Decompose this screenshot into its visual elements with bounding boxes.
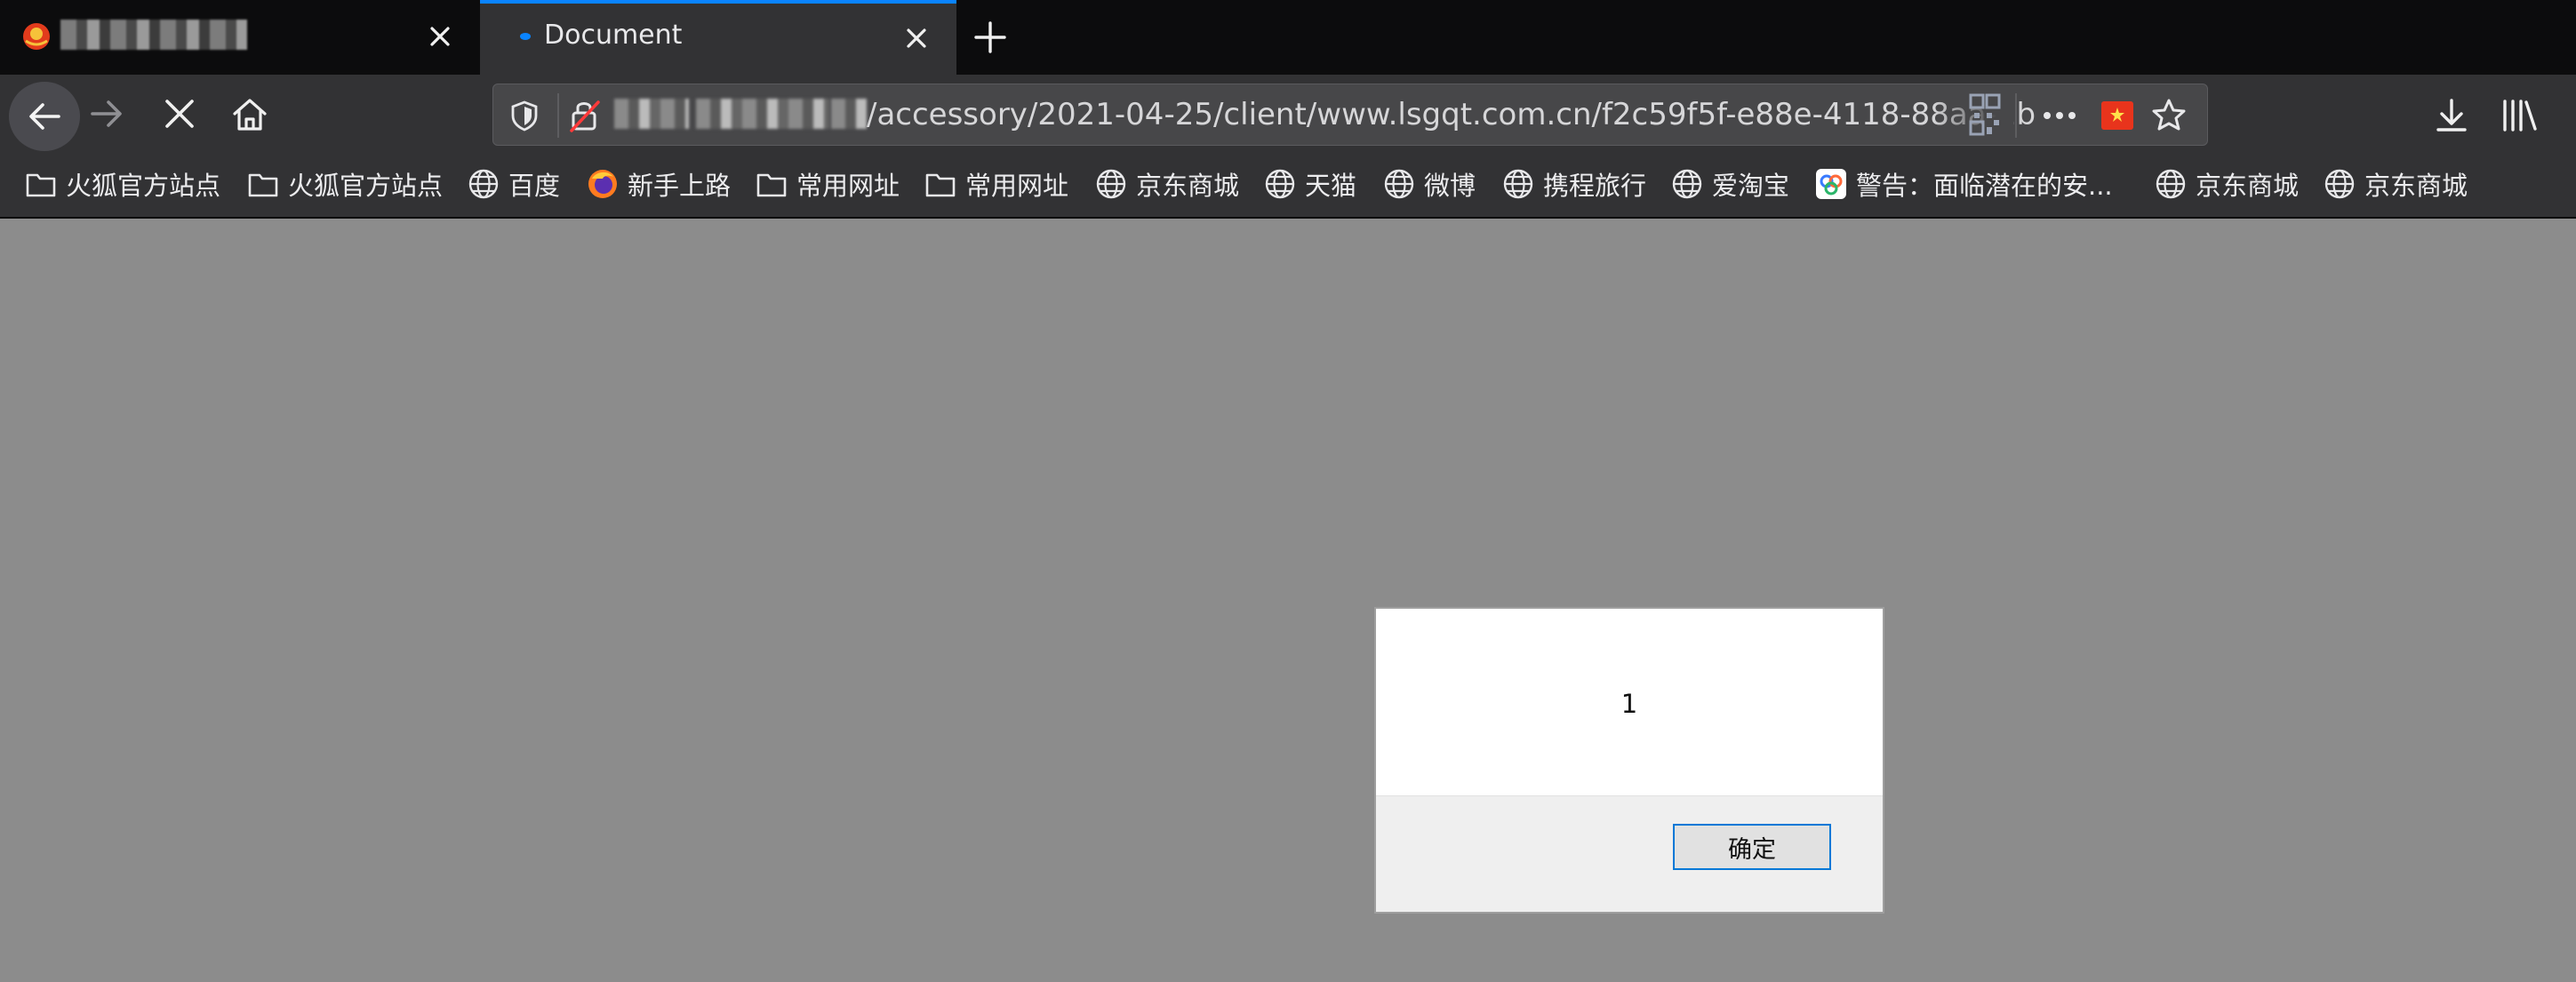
alert-dialog: 1 确定 <box>1374 607 1884 914</box>
globe-icon <box>1503 169 1533 199</box>
tab-2-title: Document <box>544 20 683 51</box>
dialog-message: 1 <box>1620 689 1638 719</box>
tab-2-active[interactable]: Document <box>480 0 956 75</box>
bookmark-label: 常用网址 <box>796 171 900 201</box>
url-domain-obscured-3 <box>831 99 867 129</box>
folder-icon <box>248 173 278 197</box>
bookmark-label: 新手上路 <box>628 171 732 201</box>
bookmark-item[interactable]: 火狐官方站点 <box>25 164 220 204</box>
bookmark-item[interactable]: 携程旅行 <box>1502 164 1646 204</box>
insecure-lock-icon[interactable] <box>566 97 604 134</box>
page-content-overlay <box>0 219 2576 982</box>
globe-icon <box>2324 169 2355 199</box>
download-icon[interactable] <box>2432 96 2471 135</box>
bookmark-label: 警告：面临潜在的安... <box>1856 171 2113 201</box>
qr-code-icon[interactable] <box>1969 92 2001 140</box>
library-icon[interactable] <box>2500 96 2540 135</box>
url-domain-obscured <box>614 99 689 129</box>
bookmark-label: 京东商城 <box>1136 171 1240 201</box>
tab-strip: Document <box>0 0 2576 75</box>
bookmark-item[interactable]: 新手上路 <box>587 164 731 204</box>
bookmarks-toolbar: 火狐官方站点 火狐官方站点 百度 新手上路 常用网址 常用网址 京东商城 天猫 … <box>0 155 2576 219</box>
bookmark-item[interactable]: 百度 <box>468 164 560 204</box>
new-tab-plus-icon[interactable] <box>971 18 1010 57</box>
warning-site-icon <box>1816 169 1846 199</box>
bookmark-item[interactable]: 微博 <box>1383 164 1476 204</box>
globe-icon <box>468 169 499 199</box>
close-icon[interactable] <box>900 21 933 55</box>
flag-icon[interactable] <box>2100 100 2134 131</box>
bookmark-label: 爱淘宝 <box>1712 171 1790 201</box>
bookmark-label: 携程旅行 <box>1543 171 1647 201</box>
close-icon[interactable] <box>423 20 457 53</box>
bookmark-label: 火狐官方站点 <box>66 171 221 201</box>
back-button[interactable] <box>9 82 80 151</box>
bookmark-label: 京东商城 <box>2196 171 2300 201</box>
stop-icon[interactable] <box>160 94 199 133</box>
tab-1-title-obscured <box>60 20 247 50</box>
bookmark-item[interactable]: 京东商城 <box>2324 164 2468 204</box>
folder-icon <box>756 173 787 197</box>
bookmark-item[interactable]: 京东商城 <box>1095 164 1239 204</box>
bookmark-item[interactable]: 天猫 <box>1264 164 1356 204</box>
bookmark-item[interactable]: 火狐官方站点 <box>247 164 443 204</box>
globe-icon <box>1265 169 1295 199</box>
folder-icon <box>26 173 56 197</box>
more-icon[interactable] <box>2040 104 2079 127</box>
star-icon[interactable] <box>2150 97 2188 134</box>
globe-icon <box>1672 169 1702 199</box>
forward-arrow-icon[interactable] <box>87 94 126 133</box>
nav-toolbar: /accessory/2021-04-25/client/www.lsgqt.c… <box>0 75 2576 155</box>
folder-icon <box>925 173 956 197</box>
bookmark-item[interactable]: 爱淘宝 <box>1671 164 1789 204</box>
dialog-footer: 确定 <box>1376 795 1883 912</box>
bookmark-label: 百度 <box>508 171 561 201</box>
url-domain-obscured-2 <box>696 99 829 129</box>
ok-button[interactable]: 确定 <box>1673 824 1831 870</box>
bookmark-item[interactable]: 京东商城 <box>2155 164 2299 204</box>
bookmark-item[interactable]: 常用网址 <box>756 164 900 204</box>
red-emblem-icon <box>23 23 50 50</box>
globe-icon <box>2156 169 2186 199</box>
shield-icon[interactable] <box>508 99 541 132</box>
home-icon[interactable] <box>229 94 270 135</box>
url-bar[interactable]: /accessory/2021-04-25/client/www.lsgqt.c… <box>492 84 2208 146</box>
bookmark-item[interactable]: 警告：面临潜在的安... <box>1815 164 2113 204</box>
firefox-icon <box>588 170 617 198</box>
loading-dot-icon <box>520 33 531 40</box>
back-arrow-icon <box>29 103 60 130</box>
bookmark-label: 火狐官方站点 <box>288 171 444 201</box>
tab-1[interactable] <box>0 0 478 75</box>
bookmark-label: 微博 <box>1424 171 1476 201</box>
globe-icon <box>1384 169 1414 199</box>
bookmark-item[interactable]: 常用网址 <box>924 164 1068 204</box>
globe-icon <box>1096 169 1126 199</box>
bookmark-label: 常用网址 <box>965 171 1069 201</box>
bookmark-label: 京东商城 <box>2364 171 2468 201</box>
bookmark-label: 天猫 <box>1305 171 1357 201</box>
